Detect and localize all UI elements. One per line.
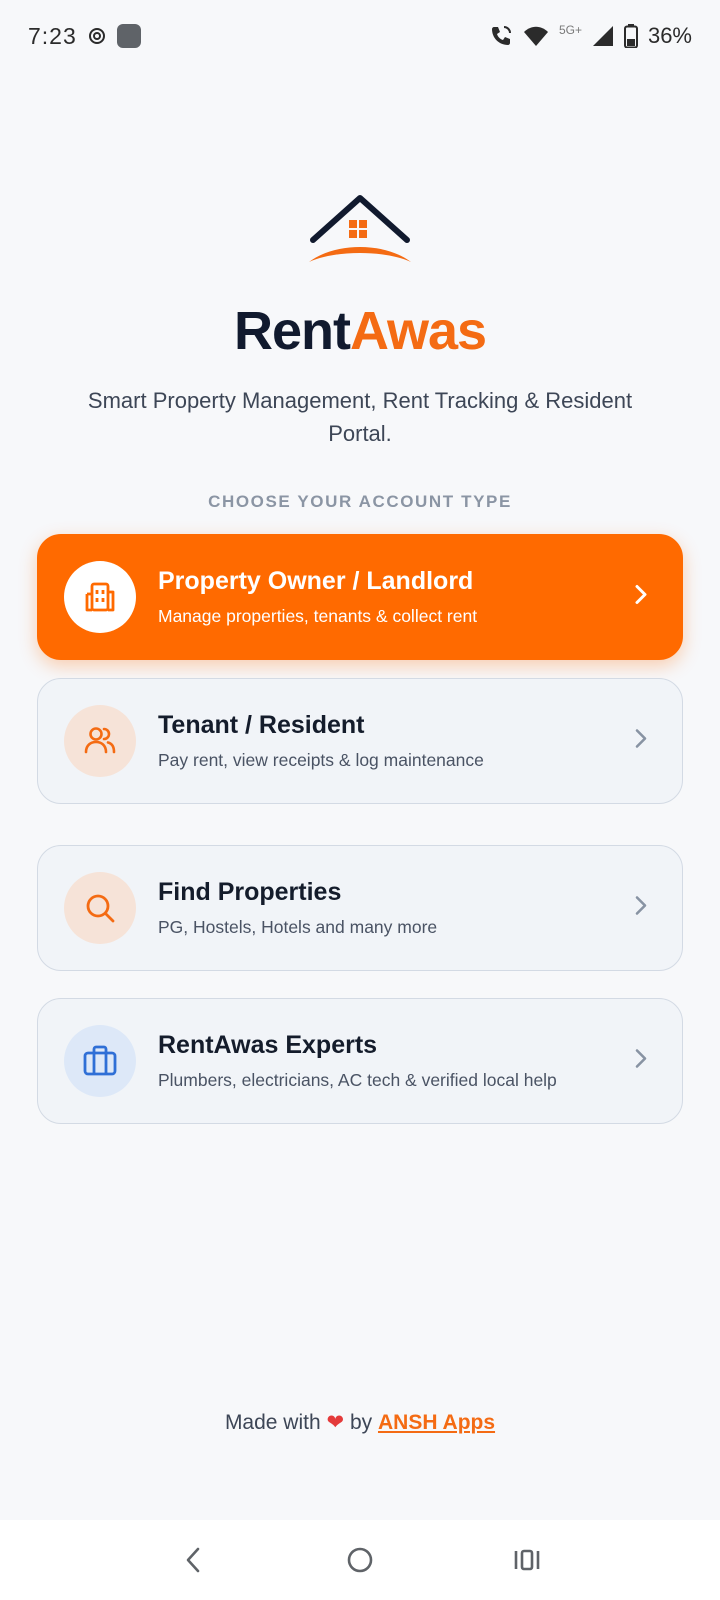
- card-text: RentAwas Experts Plumbers, electricians,…: [158, 1031, 557, 1091]
- back-icon: [187, 1547, 200, 1573]
- users-icon: [84, 727, 116, 754]
- card-text: Property Owner / Landlord Manage propert…: [158, 567, 477, 627]
- account-type-find-properties[interactable]: Find Properties PG, Hostels, Hotels and …: [37, 845, 683, 971]
- chevron-right-icon: [634, 895, 648, 922]
- footer-prefix: Made with: [224, 1411, 321, 1434]
- footer-middle: by: [349, 1411, 373, 1434]
- wifi-icon: [523, 25, 549, 47]
- network-type-label: 5G+: [558, 23, 582, 37]
- card-description: PG, Hostels, Hotels and many more: [158, 917, 438, 937]
- status-right: 5G+ 36%: [489, 23, 692, 49]
- battery-icon: [623, 24, 638, 48]
- nav-recents-button[interactable]: [497, 1530, 557, 1590]
- section-label: CHOOSE YOUR ACCOUNT TYPE: [208, 492, 512, 511]
- chevron-right-icon: [634, 1048, 648, 1075]
- account-type-experts[interactable]: RentAwas Experts Plumbers, electricians,…: [37, 998, 683, 1124]
- briefcase-icon: [83, 1045, 117, 1076]
- card-title: Tenant / Resident: [158, 711, 365, 739]
- brand-tagline: Smart Property Management, Rent Tracking…: [87, 388, 633, 446]
- house-logo-icon: [309, 195, 411, 262]
- system-nav-bar: [0, 1520, 720, 1600]
- hotspot-icon: [87, 26, 107, 46]
- app-notification-icon: [116, 24, 141, 48]
- card-title: RentAwas Experts: [158, 1031, 378, 1059]
- card-description: Pay rent, view receipts & log maintenanc…: [158, 750, 484, 770]
- ansh-apps-link[interactable]: ANSH Apps: [378, 1411, 495, 1434]
- heart-icon: ❤: [326, 1411, 345, 1434]
- building-icon: [85, 582, 115, 612]
- card-description: Plumbers, electricians, AC tech & verifi…: [158, 1070, 557, 1090]
- status-left: 7:23: [28, 23, 141, 50]
- brand-name-part1: Rent: [233, 301, 351, 361]
- status-time: 7:23: [28, 22, 77, 49]
- account-type-screen: 7:23 5G+ 36% RentAwas Smart Property Man…: [0, 0, 720, 1600]
- card-icon-circle: [64, 561, 136, 633]
- brand-name-part2: Awas: [349, 301, 487, 361]
- app-logo: [0, 192, 720, 266]
- card-title: Property Owner / Landlord: [158, 567, 474, 595]
- account-type-tenant[interactable]: Tenant / Resident Pay rent, view receipt…: [37, 678, 683, 804]
- search-icon: [86, 894, 115, 923]
- status-bar: 7:23 5G+ 36%: [0, 0, 720, 72]
- account-type-property-owner[interactable]: Property Owner / Landlord Manage propert…: [37, 534, 683, 660]
- recents-icon: [514, 1549, 539, 1571]
- brand-name: RentAwas: [0, 300, 720, 362]
- card-icon-circle: [64, 872, 136, 944]
- wifi-calling-icon: [489, 24, 513, 48]
- nav-back-button[interactable]: [163, 1530, 223, 1590]
- chevron-right-icon: [634, 584, 648, 611]
- card-title: Find Properties: [158, 878, 342, 906]
- card-text: Find Properties PG, Hostels, Hotels and …: [158, 878, 437, 938]
- chevron-right-icon: [634, 728, 648, 755]
- card-icon-circle: [64, 1025, 136, 1097]
- signal-icon: [592, 25, 614, 47]
- card-text: Tenant / Resident Pay rent, view receipt…: [158, 711, 484, 771]
- card-icon-circle: [64, 705, 136, 777]
- nav-home-button[interactable]: [330, 1530, 390, 1590]
- battery-percentage: 36%: [647, 23, 692, 48]
- card-description: Manage properties, tenants & collect ren…: [158, 606, 478, 626]
- home-circle-icon: [347, 1547, 373, 1573]
- footer-credit: Made with ❤ by ANSH Apps: [0, 1410, 720, 1435]
